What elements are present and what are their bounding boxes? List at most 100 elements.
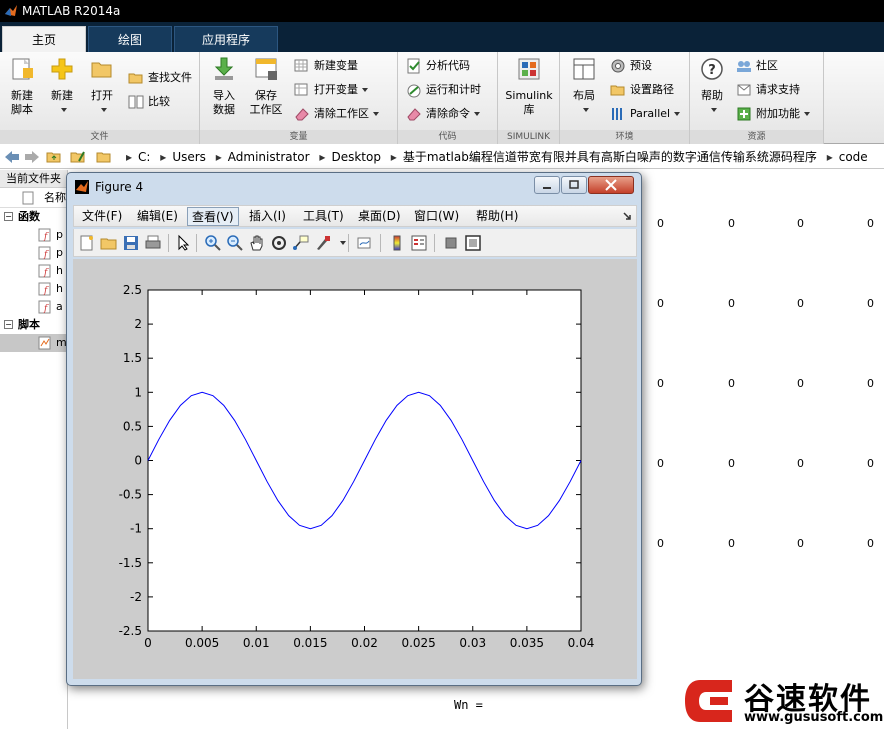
svg-text:?: ? [708, 63, 716, 78]
new-variable-button[interactable]: 新建变量 [294, 56, 358, 76]
data-cursor-icon[interactable] [292, 234, 310, 252]
forward-arrow-icon[interactable] [24, 150, 40, 164]
collapse-icon[interactable]: − [4, 212, 13, 221]
chevron-down-icon [674, 112, 681, 116]
brush-icon[interactable] [314, 234, 332, 252]
add-ons-label: 附加功能 [756, 107, 800, 120]
file-name: h [56, 264, 63, 277]
save-icon[interactable] [122, 234, 140, 252]
browse-folder-icon[interactable] [70, 149, 86, 165]
layout-button[interactable]: 布局 [564, 56, 604, 117]
workspace-value: 0 [867, 377, 874, 390]
gear-icon [611, 59, 625, 73]
clear-workspace-button[interactable]: 清除工作区 [294, 104, 379, 124]
rotate-3d-icon[interactable] [270, 234, 288, 252]
file-item[interactable]: fh [0, 280, 67, 298]
minimize-button[interactable] [534, 176, 560, 194]
file-item[interactable]: fp [0, 244, 67, 262]
zoom-in-icon[interactable] [204, 234, 222, 252]
set-path-button[interactable]: 设置路径 [610, 80, 674, 100]
menu-desktop[interactable]: 桌面(D) [354, 207, 405, 226]
import-arrow-icon [214, 57, 234, 80]
menu-window[interactable]: 窗口(W) [410, 207, 463, 226]
open-file-icon[interactable] [100, 234, 118, 252]
save-workspace-button[interactable]: 保存 工作区 [244, 56, 288, 117]
section-simulink-label: SIMULINK [498, 130, 559, 144]
toolbar-separator [380, 234, 381, 252]
menu-view[interactable]: 查看(V) [187, 207, 239, 226]
open-variable-button[interactable]: 打开变量 [294, 80, 368, 100]
community-button[interactable]: 社区 [736, 56, 778, 76]
pan-hand-icon[interactable] [248, 234, 266, 252]
maximize-button[interactable] [561, 176, 587, 194]
chevron-down-icon[interactable] [340, 241, 346, 245]
add-ons-button[interactable]: 附加功能 [736, 104, 810, 124]
simulink-library-button[interactable]: Simulink 库 [502, 56, 556, 117]
pointer-icon[interactable] [174, 234, 192, 252]
file-item[interactable]: m [0, 334, 67, 352]
command-window-output: 0 0 0 0 0 0 0 0 0 0 0 0 0 0 0 0 0 0 0 0 [642, 170, 884, 670]
breadcrumb-drive[interactable]: C: [138, 150, 150, 164]
link-plot-icon[interactable] [356, 234, 374, 252]
analyze-code-button[interactable]: 分析代码 [406, 56, 470, 76]
menu-insert[interactable]: 插入(I) [245, 207, 290, 226]
group-functions[interactable]: − 函数 [0, 208, 67, 226]
run-and-time-button[interactable]: 运行和计时 [406, 80, 481, 100]
request-support-button[interactable]: 请求支持 [736, 80, 800, 100]
workspace-value: 0 [867, 457, 874, 470]
figure-canvas[interactable]: 0 0.005 0.01 0.015 0.02 0.025 0.03 0.035 0.04 2.5… [73, 259, 637, 679]
breadcrumb-desktop[interactable]: Desktop [331, 150, 381, 164]
back-arrow-icon[interactable] [4, 150, 20, 164]
file-item[interactable]: fh [0, 262, 67, 280]
help-button[interactable]: ? 帮助 [692, 56, 732, 117]
clear-commands-button[interactable]: 清除命令 [406, 104, 480, 124]
x-tick-label: 0 [144, 636, 152, 650]
tab-home[interactable]: 主页 [2, 26, 86, 52]
new-script-button[interactable]: 新建 脚本 [2, 56, 42, 117]
tab-apps[interactable]: 应用程序 [174, 26, 278, 52]
new-button[interactable]: 新建 [42, 56, 82, 117]
hide-plot-tools-icon[interactable] [442, 234, 460, 252]
collapse-icon[interactable]: − [4, 320, 13, 329]
breadcrumb-code[interactable]: code [839, 150, 868, 164]
import-data-button[interactable]: 导入 数据 [204, 56, 244, 117]
file-item[interactable]: fa [0, 298, 67, 316]
print-icon[interactable] [144, 234, 162, 252]
find-files-button[interactable]: 查找文件 [128, 68, 192, 88]
tab-plots[interactable]: 绘图 [88, 26, 172, 52]
close-button[interactable] [588, 176, 634, 194]
parallel-button[interactable]: Parallel [610, 104, 681, 124]
chevron-down-icon [101, 108, 107, 112]
command-window-input[interactable]: Wn = [424, 686, 684, 729]
breadcrumb-administrator[interactable]: Administrator [228, 150, 310, 164]
breadcrumb-users[interactable]: Users [172, 150, 206, 164]
menu-help[interactable]: 帮助(H) [472, 207, 522, 226]
figure-window[interactable]: Figure 4 文件(F) 编辑(E) 查看(V) 插入(I) 工具(T) 桌… [66, 172, 642, 686]
preferences-button[interactable]: 预设 [610, 56, 652, 76]
community-label: 社区 [756, 59, 778, 72]
eraser-icon [295, 108, 309, 121]
colorbar-icon[interactable] [388, 234, 406, 252]
column-header-name[interactable]: 名称 [0, 188, 67, 208]
show-plot-tools-icon[interactable] [464, 234, 482, 252]
group-scripts[interactable]: − 脚本 [0, 316, 67, 334]
compare-button[interactable]: 比较 [128, 92, 170, 112]
new-variable-label: 新建变量 [314, 59, 358, 72]
new-script-label: 新建 脚本 [11, 89, 33, 116]
menu-tools[interactable]: 工具(T) [299, 207, 348, 226]
save-workspace-icon [255, 58, 277, 80]
menu-file[interactable]: 文件(F) [78, 207, 126, 226]
breadcrumb-project[interactable]: 基于matlab编程信道带宽有限并具有高斯白噪声的数字通信传输系统源码程序 [403, 150, 817, 164]
dock-arrow-icon[interactable] [622, 211, 632, 221]
workspace-value: 0 [797, 377, 804, 390]
legend-icon[interactable] [410, 234, 428, 252]
help-icon: ? [701, 58, 723, 80]
check-doc-icon [407, 58, 420, 74]
file-item[interactable]: fp [0, 226, 67, 244]
app-title-bar: MATLAB R2014a [0, 0, 884, 22]
menu-edit[interactable]: 编辑(E) [133, 207, 182, 226]
up-folder-icon[interactable] [46, 149, 62, 165]
zoom-out-icon[interactable] [226, 234, 244, 252]
open-button[interactable]: 打开 [82, 56, 122, 117]
new-figure-icon[interactable] [78, 234, 96, 252]
